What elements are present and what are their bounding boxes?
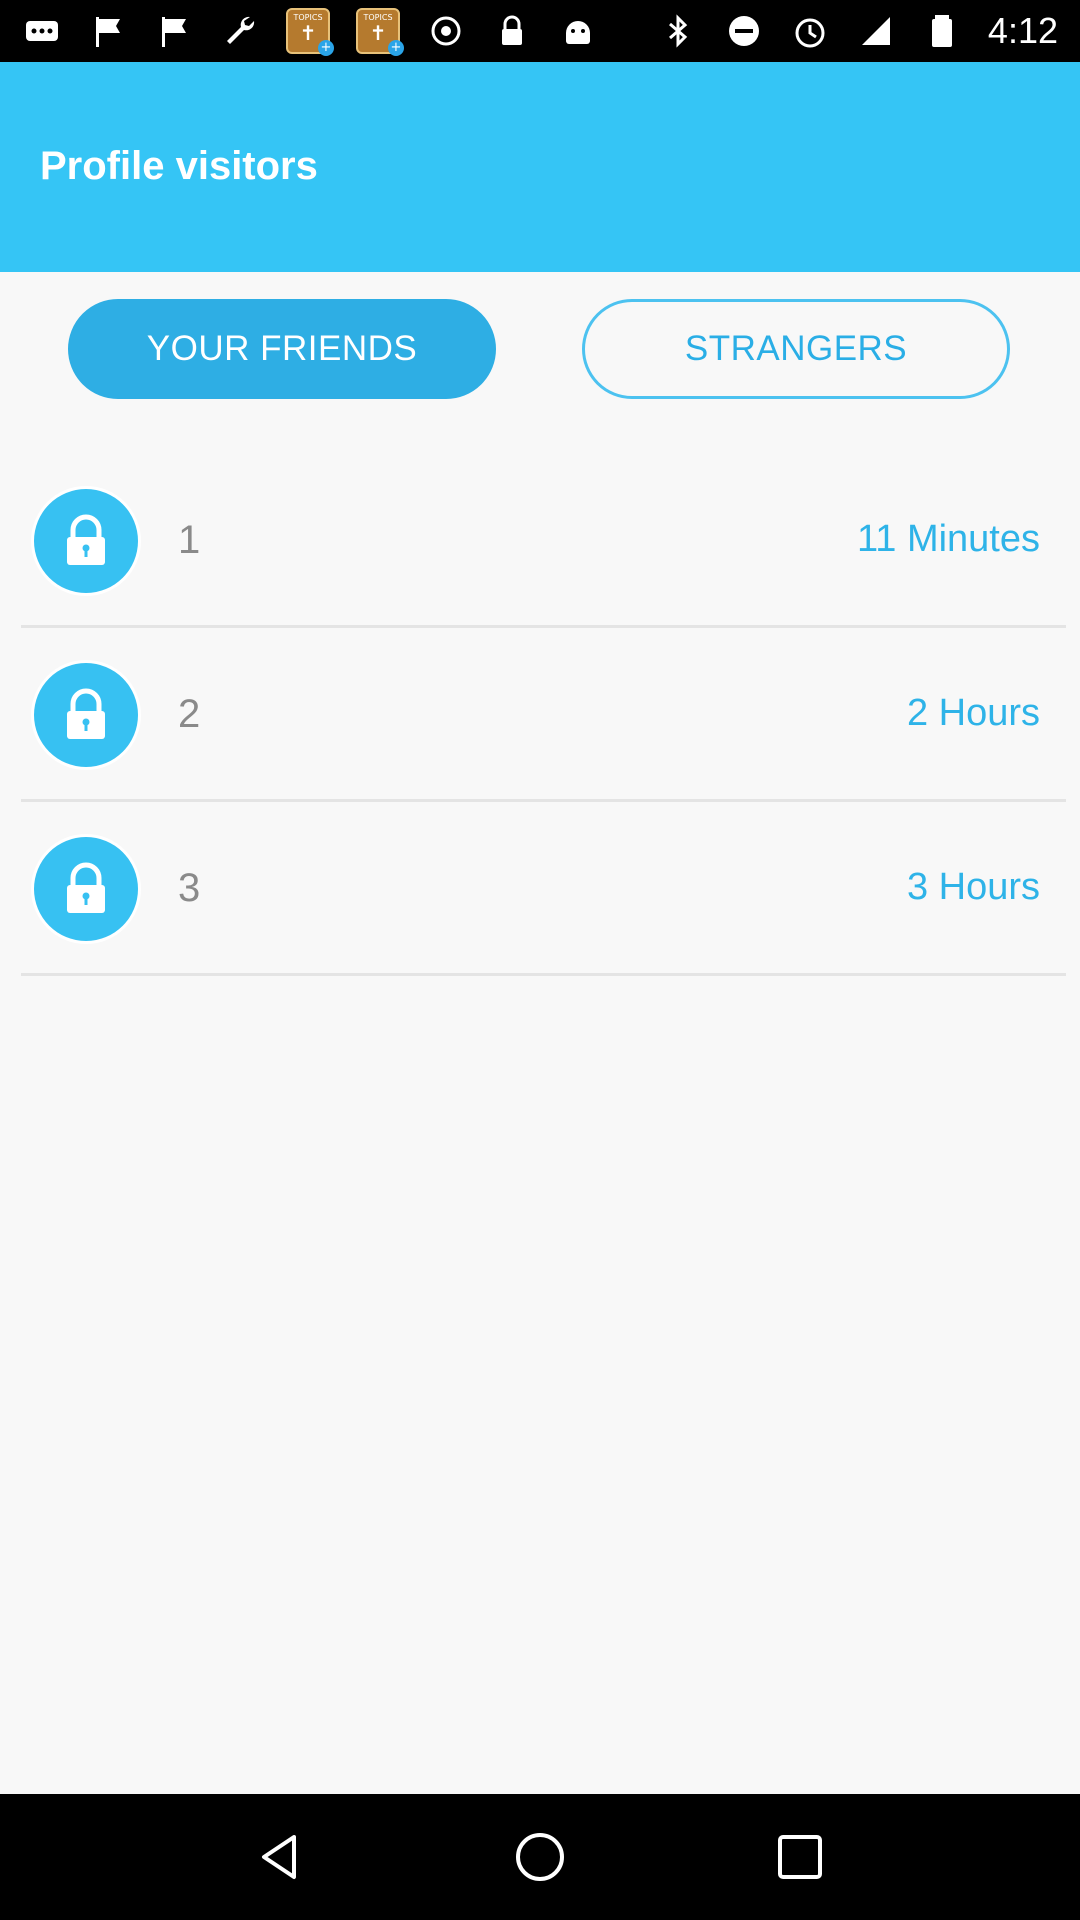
- bluetooth-icon: [658, 11, 698, 51]
- cross-icon: ✝: [369, 21, 387, 45]
- back-icon[interactable]: [240, 1817, 320, 1897]
- visit-time: 2 Hours: [906, 692, 1040, 734]
- dot-circle-icon: [426, 11, 466, 51]
- cross-icon: ✝: [299, 21, 317, 45]
- alarm-icon: [790, 11, 830, 51]
- home-icon[interactable]: [500, 1817, 580, 1897]
- tab-your-friends[interactable]: YOUR FRIENDS: [68, 299, 496, 399]
- avatar: [31, 486, 141, 596]
- tab-strangers[interactable]: STRANGERS: [582, 299, 1010, 399]
- visitor-name: 3: [178, 866, 201, 910]
- do-not-disturb-icon: [724, 11, 764, 51]
- visitor-name: 1: [178, 518, 201, 562]
- topics-app-icon: TOPICS ✝ +: [356, 8, 404, 56]
- status-system: 4:12: [658, 10, 1058, 52]
- android-icon: [558, 11, 598, 51]
- status-bar: TOPICS ✝ + TOPICS ✝ + 4:12: [0, 0, 1080, 62]
- plus-icon: +: [388, 40, 404, 56]
- page-title: Profile visitors: [40, 144, 318, 188]
- battery-icon: [922, 11, 962, 51]
- status-time: 4:12: [987, 10, 1058, 51]
- visitor-list: 1 11 Minutes 2 2 Hours 3 3 Hours: [0, 454, 1080, 976]
- visitor-name: 2: [178, 692, 201, 736]
- avatar: [31, 834, 141, 944]
- flag-icon: [88, 11, 128, 51]
- lock-icon: [34, 663, 138, 767]
- lock-icon: [34, 837, 138, 941]
- visitor-row[interactable]: 1 11 Minutes: [21, 454, 1066, 628]
- wrench-icon: [220, 11, 260, 51]
- status-notifications: TOPICS ✝ + TOPICS ✝ +: [22, 8, 598, 56]
- flag-icon: [154, 11, 194, 51]
- app-header: Profile visitors: [0, 62, 1080, 272]
- topics-app-icon: TOPICS ✝ +: [286, 8, 334, 56]
- avatar: [31, 660, 141, 770]
- lock-icon: [492, 11, 532, 51]
- more-icon: [22, 11, 62, 51]
- visit-time: 3 Hours: [906, 866, 1040, 908]
- plus-icon: +: [318, 40, 334, 56]
- visit-time: 11 Minutes: [856, 518, 1040, 560]
- recents-icon[interactable]: [760, 1817, 840, 1897]
- visitor-row[interactable]: 2 2 Hours: [21, 628, 1066, 802]
- lock-icon: [34, 489, 138, 593]
- visitor-row[interactable]: 3 3 Hours: [21, 802, 1066, 976]
- signal-icon: [856, 11, 896, 51]
- navigation-bar: [0, 1794, 1080, 1920]
